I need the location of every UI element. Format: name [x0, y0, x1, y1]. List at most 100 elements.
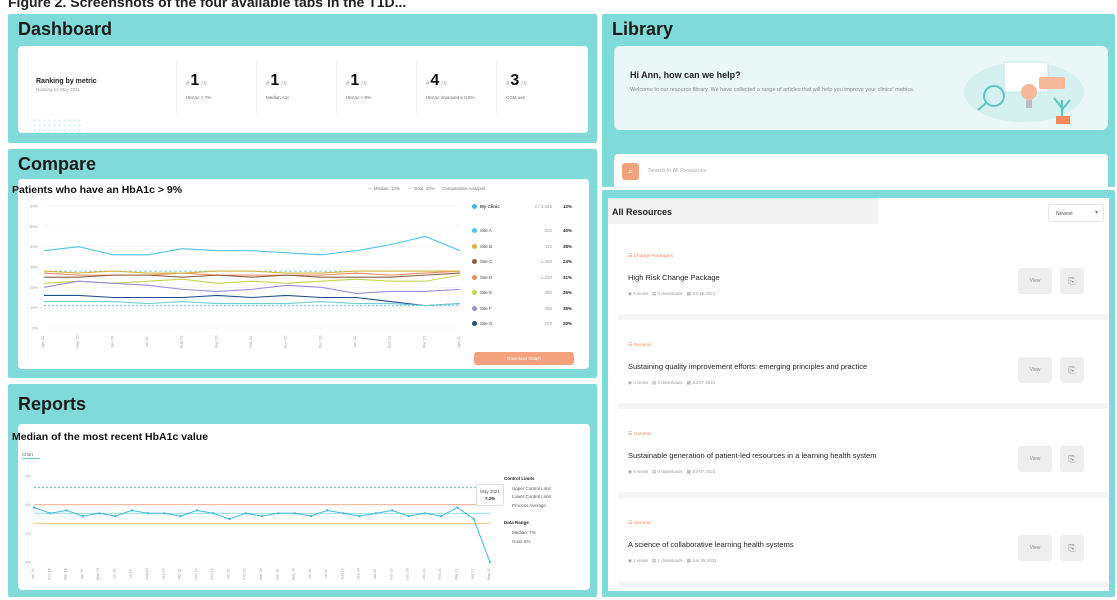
data-point [293, 512, 296, 515]
reports-chart-title: Median of the most recent HbA1c value [12, 431, 209, 443]
resource-title[interactable]: High Risk Change Package [628, 273, 720, 282]
view-button[interactable]: View [1018, 535, 1052, 561]
views-count: 5 views [633, 291, 649, 296]
views-icon: ◉ [628, 291, 632, 296]
tab-chart[interactable]: Chart [22, 452, 40, 459]
resource-title[interactable]: A science of collaborative learning heal… [628, 540, 794, 549]
y-tick-label: 0% [32, 326, 38, 331]
chevron-down-icon: ▾ [1094, 210, 1098, 216]
download-count-icon: ▤ [651, 469, 657, 474]
search-bar[interactable]: ⌕ Search in All Resources [614, 154, 1108, 190]
site-row[interactable]: Site A 202 40% [472, 228, 572, 234]
metric-label: CGM use [506, 95, 526, 100]
download-graph-button[interactable]: Download Graph [474, 352, 574, 365]
x-tick-label: Jan 21 [352, 335, 357, 348]
site-row[interactable]: Site E 350 25% [472, 290, 572, 296]
site-count: 390 [544, 305, 552, 311]
data-point [374, 512, 378, 515]
metric-rank: 1 [190, 72, 200, 89]
data-point [391, 509, 394, 512]
all-resources-panel: All Resources Newest ▾ ☰ Change Packages H… [602, 190, 1115, 597]
search-icon[interactable]: ⌕ [622, 163, 639, 180]
site-row[interactable]: Site D 1,220 31% [472, 275, 572, 280]
sort-value: Newest [1056, 211, 1073, 217]
y-tick-label: 60% [30, 204, 38, 209]
metric-of: / 6 [281, 81, 287, 87]
series-line [43, 235, 461, 256]
series-dot [472, 305, 477, 311]
metric-hba1c-lt7[interactable]: #1/ 6 HbA1c < 7% [186, 72, 256, 101]
resource-item[interactable]: ☰ General Sustainable generation of patie… [618, 418, 1108, 498]
search-input[interactable]: Search in All Resources [648, 168, 706, 174]
series-dot [472, 321, 477, 327]
resource-title[interactable]: Sustainable generation of patient-led re… [628, 451, 877, 460]
download-file-icon[interactable]: ⎘ [1060, 268, 1084, 294]
resource-item[interactable]: ☰ Change Packages High Risk Change Packag… [618, 240, 1108, 320]
x-tick-label: Jul 19 [129, 569, 133, 579]
resources-header: All Resources [608, 198, 878, 224]
legend-ucl: Upper Control Limit [512, 486, 551, 491]
calendar-icon: ▦ [686, 380, 691, 385]
site-pct: 38% [562, 243, 572, 249]
data-point [309, 514, 313, 518]
series-dot [472, 290, 477, 296]
download-file-icon[interactable]: ⎘ [1060, 535, 1084, 561]
x-tick-label: Apr 20 [275, 569, 279, 580]
metric-label: Median A1c [266, 95, 290, 100]
view-button[interactable]: View [1018, 268, 1052, 294]
sort-dropdown[interactable]: Newest ▾ [1048, 204, 1104, 222]
resource-category: ☰ General [628, 432, 651, 437]
view-button[interactable]: View [1018, 357, 1052, 383]
resource-title[interactable]: Sustaining quality improvement efforts: … [628, 362, 867, 371]
x-tick-label: Oct 19 [178, 569, 182, 580]
view-button[interactable]: View [1018, 446, 1052, 472]
legend-goal: Goal: 6% [512, 539, 531, 544]
site-pct: 31% [562, 274, 572, 280]
y-tick-label: 6% [25, 560, 31, 565]
metric-median-a1c[interactable]: #1/ 6 Median A1c [266, 72, 336, 101]
metric-hba1c-gt9[interactable]: #1/ 6 HbA1c > 9% [346, 72, 416, 101]
x-tick-label: Aug 20 [340, 568, 344, 579]
x-tick-label: Jun 20 [308, 569, 312, 580]
download-file-icon[interactable]: ⎘ [1060, 357, 1084, 383]
site-name: Site G [480, 321, 493, 326]
data-point [163, 512, 166, 515]
series-dot [472, 204, 477, 210]
download-file-icon[interactable]: ⎘ [1060, 446, 1084, 472]
x-tick-label: Apr 21 [456, 335, 461, 348]
reports-chart: 6% 7% 8% 9% Jan 19 Feb 19 Mar 19 Apr 19 May 19 Ju… [25, 474, 492, 580]
resource-meta: ◉ 5 views ▤ 0 downloads ▦ Jul 07 2021 [628, 469, 715, 475]
metric-cgm-use[interactable]: #3/ 6 CGM use [506, 72, 576, 101]
my-clinic-row[interactable]: My Clinic 2 / 3,045 12% [472, 204, 572, 210]
x-tick-label: Nov 20 [389, 568, 393, 579]
metric-label: HbA1c > 9% [346, 95, 372, 100]
site-row[interactable]: Site B 112 38% [472, 244, 572, 249]
site-row[interactable]: Site C 1,408 24% [472, 259, 572, 265]
download-count-icon: ▤ [651, 380, 657, 385]
site-row[interactable]: Site F 390 35% [472, 306, 572, 311]
metric-of: / 6 [361, 81, 367, 87]
resource-meta: ◉ 1 views ▤ 1 downloads ▦ Jun 09 2021 [628, 558, 717, 564]
site-count: 112 [544, 243, 552, 249]
data-point [97, 512, 101, 515]
series-dot [472, 228, 477, 234]
legend-goal: --- Goal: 10% [408, 186, 435, 191]
x-tick-label: Apr 20 [40, 335, 45, 348]
resource-item[interactable]: ☰ General A science of collaborative lear… [618, 507, 1108, 587]
x-tick-label: Apr 19 [80, 569, 84, 580]
x-tick-label: Nov 20 [283, 335, 288, 348]
resource-item[interactable]: ☰ General Sustaining quality improvement … [618, 329, 1108, 409]
tooltip-value: 7.2% [484, 496, 496, 501]
site-name: Site E [480, 290, 493, 295]
site-row[interactable]: Site G 273 20% [472, 321, 572, 327]
library-title: Library [612, 19, 674, 39]
calendar-icon: ▦ [686, 291, 691, 296]
site-pct: 25% [562, 290, 572, 295]
x-tick-label: Nov 19 [194, 568, 198, 579]
resources-list: All Resources Newest ▾ ☰ Change Packages H… [608, 198, 1109, 591]
data-point [211, 512, 215, 515]
metric-hba1c-improved[interactable]: #4/ 6 HbA1c improved ≥ 0.5% [426, 72, 496, 101]
legend-median: — Median: 13% [368, 186, 401, 191]
resource-category: ☰ General [628, 521, 651, 526]
site-name: Site B [480, 243, 493, 249]
